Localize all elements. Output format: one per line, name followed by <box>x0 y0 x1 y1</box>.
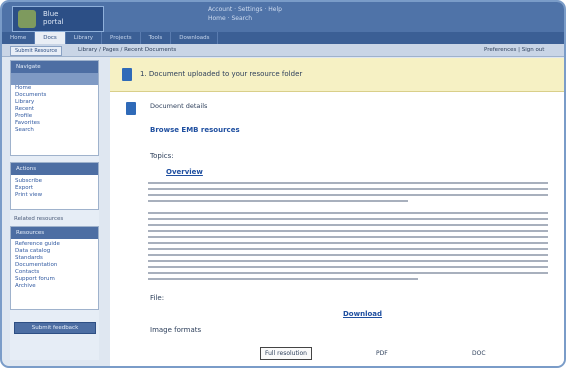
image-tab-pdf[interactable]: PDF <box>376 350 388 357</box>
tab-projects[interactable]: Projects <box>102 32 141 44</box>
sidebar-box-header: Actions <box>11 163 98 175</box>
sidebar-item[interactable]: Support forum <box>11 276 98 283</box>
text-line <box>148 254 548 256</box>
text-line <box>148 188 548 190</box>
sidebar-subheader <box>11 73 98 85</box>
top-navigation[interactable]: Account · Settings · Help Home · Search <box>208 5 282 23</box>
text-line <box>148 224 548 226</box>
tab-home[interactable]: Home <box>2 32 36 44</box>
sidebar-item[interactable]: Search <box>11 127 98 134</box>
tab-docs[interactable]: Docs <box>35 32 66 44</box>
text-line <box>148 260 548 262</box>
logo-text: Blue portal <box>43 10 64 26</box>
sidebar-box-resources: Resources Reference guide Data catalog S… <box>10 226 99 310</box>
sidebar-item[interactable]: Archive <box>11 283 98 290</box>
text-line <box>148 182 548 184</box>
sidebar-item[interactable]: Library <box>11 99 98 106</box>
top-nav-line-1[interactable]: Account · Settings · Help <box>208 5 282 14</box>
text-line <box>148 194 548 196</box>
text-line <box>148 218 548 220</box>
toolbar-right-links[interactable]: Preferences | Sign out <box>484 46 544 54</box>
submit-feedback-button[interactable]: Submit feedback <box>14 322 96 334</box>
text-line <box>148 248 548 250</box>
sidebar-item[interactable]: Recent <box>11 106 98 113</box>
text-line <box>148 266 548 268</box>
sidebar-item[interactable]: Reference guide <box>11 241 98 248</box>
sidebar-box-actions: Actions Subscribe Export Print view <box>10 162 99 210</box>
sidebar-item[interactable]: Standards <box>11 255 98 262</box>
resource-title-link[interactable]: Browse EMB resources <box>150 126 240 134</box>
sidebar-item[interactable]: Subscribe <box>11 178 98 185</box>
sidebar-section-label: Related resources <box>14 216 64 222</box>
banner-message: 1. Document uploaded to your resource fo… <box>140 70 303 78</box>
text-line <box>148 236 548 238</box>
images-label: Image formats <box>150 326 202 334</box>
image-tab-full[interactable]: Full resolution <box>260 347 312 360</box>
logo-tree-icon <box>18 10 36 28</box>
submit-resource-button[interactable]: Submit Resource <box>10 46 63 56</box>
sidebar-item[interactable]: Export <box>11 185 98 192</box>
topics-label: Topics: <box>150 152 174 160</box>
tab-downloads[interactable]: Downloads <box>171 32 219 44</box>
section-heading: Document details <box>150 102 208 110</box>
tab-bar: Home Docs Library Projects Tools Downloa… <box>2 32 564 44</box>
text-line <box>148 242 548 244</box>
sidebar-box-navigate: Navigate Home Documents Library Recent P… <box>10 60 99 156</box>
text-line <box>148 230 548 232</box>
site-logo[interactable]: Blue portal <box>12 6 104 32</box>
text-line <box>148 200 408 202</box>
text-line <box>148 212 548 214</box>
window-frame: Blue portal Account · Settings · Help Ho… <box>0 0 566 368</box>
download-link[interactable]: Download <box>343 310 382 318</box>
tab-tools[interactable]: Tools <box>141 32 172 44</box>
main-content: 1. Document uploaded to your resource fo… <box>110 58 564 366</box>
sidebar-item[interactable]: Print view <box>11 192 98 199</box>
image-tab-doc[interactable]: DOC <box>472 350 486 357</box>
text-line <box>148 272 548 274</box>
sidebar-box-header: Resources <box>11 227 98 239</box>
sidebar: Navigate Home Documents Library Recent P… <box>10 60 99 360</box>
tab-library[interactable]: Library <box>66 32 102 44</box>
file-icon <box>126 102 136 115</box>
breadcrumb[interactable]: Library / Pages / Recent Documents <box>78 46 176 54</box>
top-nav-line-2[interactable]: Home · Search <box>208 14 282 23</box>
sidebar-item[interactable]: Profile <box>11 113 98 120</box>
sidebar-item[interactable]: Contacts <box>11 269 98 276</box>
toolbar: Submit Resource Library / Pages / Recent… <box>2 44 564 57</box>
sidebar-item[interactable]: Favorites <box>11 120 98 127</box>
file-label: File: <box>150 294 165 302</box>
sidebar-item[interactable]: Data catalog <box>11 248 98 255</box>
sidebar-item[interactable]: Documentation <box>11 262 98 269</box>
text-line <box>148 278 418 280</box>
notice-banner: 1. Document uploaded to your resource fo… <box>110 58 564 92</box>
sidebar-item[interactable]: Documents <box>11 92 98 99</box>
sidebar-box-header: Navigate <box>11 61 98 73</box>
overview-link[interactable]: Overview <box>166 168 203 176</box>
document-icon <box>122 68 132 81</box>
sidebar-item[interactable]: Home <box>11 85 98 92</box>
top-header: Blue portal Account · Settings · Help Ho… <box>2 2 564 32</box>
